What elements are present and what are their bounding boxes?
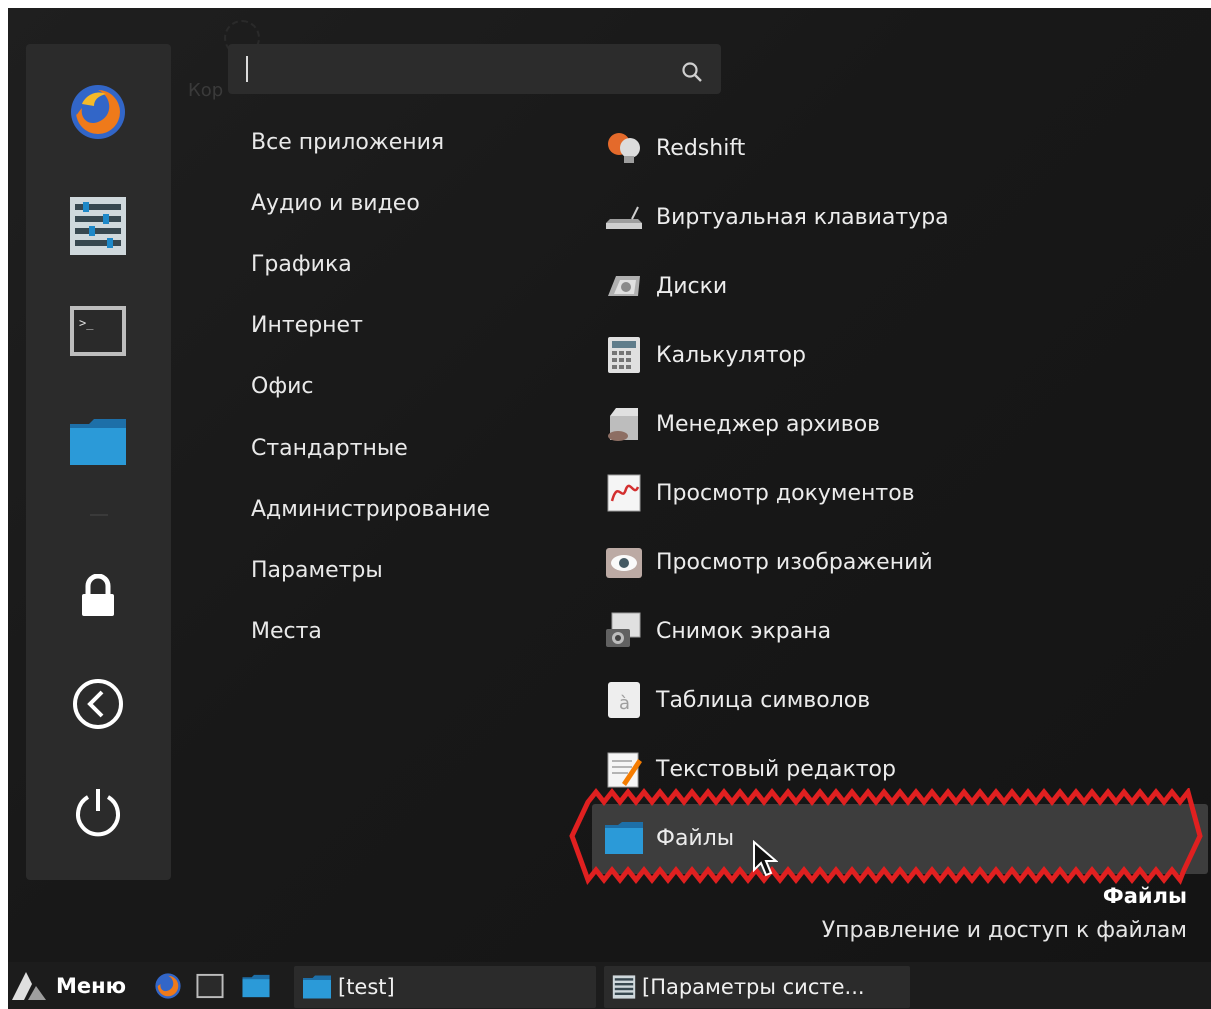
app-label: Таблица символов	[656, 687, 871, 713]
folder-icon	[242, 974, 270, 998]
category-office[interactable]: Офис	[251, 374, 314, 399]
app-label: Калькулятор	[656, 342, 806, 368]
app-document-viewer[interactable]: Просмотр документов	[604, 467, 915, 519]
highlight-annotation	[569, 788, 1203, 886]
folder-icon	[303, 975, 331, 999]
app-label: Текстовый редактор	[656, 756, 896, 782]
app-disks[interactable]: Диски	[604, 260, 727, 312]
category-audio-video[interactable]: Аудио и видео	[251, 191, 420, 216]
terminal-icon: >_	[70, 306, 126, 356]
taskbar-window-system-settings[interactable]: [Параметры систе...	[604, 966, 910, 1008]
favorite-firefox[interactable]	[66, 80, 130, 144]
app-archive-manager[interactable]: Менеджер архивов	[604, 398, 880, 450]
app-label: Виртуальная клавиатура	[656, 204, 949, 230]
app-character-map[interactable]: à Таблица символов	[604, 674, 870, 726]
system-settings-icon	[70, 197, 126, 255]
app-virtual-keyboard[interactable]: Виртуальная клавиатура	[604, 191, 949, 243]
desktop-icon-label: Кор	[188, 80, 224, 101]
category-internet[interactable]: Интернет	[251, 313, 363, 338]
favorite-files[interactable]	[66, 410, 130, 474]
logout-button[interactable]	[66, 672, 130, 736]
app-label: Redshift	[656, 135, 746, 161]
app-image-viewer[interactable]: Просмотр изображений	[604, 536, 933, 588]
favorites-panel: >_	[26, 44, 171, 880]
app-label: Снимок экрана	[656, 618, 832, 644]
terminal-icon	[196, 973, 224, 999]
svg-text:>_: >_	[79, 316, 94, 330]
logout-icon	[73, 679, 123, 729]
app-label: Просмотр изображений	[656, 549, 933, 575]
taskbar: Меню [test] [Параметры систе...	[8, 962, 1211, 1009]
category-administration[interactable]: Администрирование	[251, 497, 490, 522]
screenshot-icon	[606, 612, 641, 647]
app-description-title: Файлы	[1102, 884, 1187, 908]
shutdown-button[interactable]	[66, 780, 130, 844]
firefox-icon	[155, 973, 181, 999]
quicklaunch-firefox[interactable]	[154, 972, 182, 1000]
keyboard-icon	[606, 206, 642, 229]
menu-logo-icon	[12, 971, 46, 1000]
system-settings-icon	[612, 975, 636, 999]
category-preferences[interactable]: Параметры	[251, 558, 383, 583]
app-calculator[interactable]: Калькулятор	[604, 329, 806, 381]
lock-icon	[82, 574, 114, 616]
category-places[interactable]: Места	[251, 619, 322, 644]
app-label: Диски	[656, 273, 728, 299]
category-graphics[interactable]: Графика	[251, 252, 352, 277]
lock-screen-button[interactable]	[66, 564, 130, 628]
svg-text:à: à	[619, 693, 630, 714]
quicklaunch-files[interactable]	[242, 972, 270, 1000]
category-accessories[interactable]: Стандартные	[251, 436, 408, 461]
power-icon	[76, 789, 120, 837]
disks-icon	[608, 276, 640, 296]
menu-window: Кор >_ Все приложения Аудио и видео Граф…	[8, 8, 1211, 1009]
menu-label: Меню	[56, 973, 127, 998]
search-input[interactable]	[244, 54, 668, 86]
taskbar-window-label: [test]	[338, 975, 395, 999]
app-description-text: Управление и доступ к файлам	[821, 918, 1187, 943]
quicklaunch-terminal[interactable]	[196, 972, 224, 1000]
app-redshift[interactable]: Redshift	[604, 122, 745, 174]
favorite-system-settings[interactable]	[66, 194, 130, 258]
app-screenshot[interactable]: Снимок экрана	[604, 605, 831, 657]
taskbar-window-test[interactable]: [test]	[294, 966, 596, 1008]
character-map-icon: à	[608, 682, 640, 718]
redshift-icon	[608, 133, 640, 163]
search-icon[interactable]	[680, 60, 704, 84]
favorites-separator	[90, 514, 108, 516]
image-viewer-icon	[606, 548, 642, 578]
mouse-cursor-icon	[753, 840, 778, 877]
calculator-icon	[608, 337, 640, 373]
firefox-icon	[71, 85, 125, 139]
text-editor-icon	[607, 752, 642, 788]
archive-manager-icon	[608, 408, 638, 441]
text-caret	[246, 56, 248, 82]
taskbar-window-label: [Параметры систе...	[642, 975, 865, 999]
app-label: Просмотр документов	[656, 480, 915, 506]
search-box	[228, 44, 721, 94]
app-label: Менеджер архивов	[656, 411, 881, 437]
folder-icon	[70, 419, 126, 465]
favorite-terminal[interactable]: >_	[66, 299, 130, 363]
menu-button[interactable]: Меню	[8, 962, 126, 1009]
category-all-apps[interactable]: Все приложения	[251, 130, 444, 155]
document-viewer-icon	[607, 474, 641, 512]
